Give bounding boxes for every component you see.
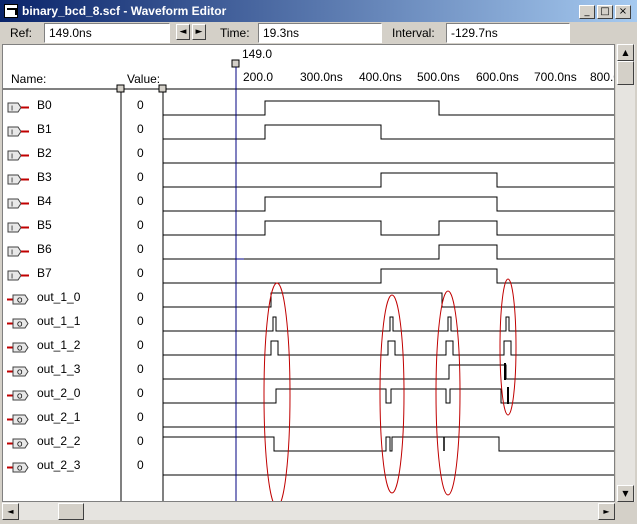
waveform-app-icon [4, 4, 18, 18]
signal-waveform [163, 340, 614, 356]
signal-waveform [163, 268, 614, 284]
minimize-button[interactable]: _ [579, 5, 595, 19]
next-transition-button[interactable]: ► [192, 24, 206, 40]
scroll-right-button[interactable]: ► [598, 503, 615, 520]
column-resize-handle [158, 84, 167, 93]
ref-field[interactable]: 149.0ns [44, 23, 170, 43]
close-button[interactable]: × [615, 5, 631, 19]
signal-waveform [163, 316, 614, 332]
maximize-button[interactable]: □ [597, 5, 613, 19]
interval-label: Interval: [392, 26, 435, 40]
toolbar: Ref: 149.0ns ◄ ► Time: 19.3ns Interval: … [0, 22, 637, 44]
signal-waveform [163, 292, 614, 308]
time-label: Time: [220, 26, 250, 40]
prev-transition-button[interactable]: ◄ [176, 24, 190, 40]
signal-waveform [163, 244, 614, 260]
scrollbar-corner [616, 502, 635, 520]
annotation-ellipse [379, 294, 405, 494]
signal-waveform [163, 100, 614, 116]
annotation-ellipse [263, 282, 291, 501]
signal-waveform [163, 364, 614, 380]
window-title: binary_bcd_8.scf - Waveform Editor [22, 4, 227, 18]
signal-waveform [163, 124, 614, 140]
title-bar[interactable]: binary_bcd_8.scf - Waveform Editor _ □ × [0, 0, 637, 22]
signal-waveform [163, 220, 614, 236]
scroll-down-button[interactable]: ▼ [617, 485, 634, 502]
signal-waveform [163, 172, 614, 188]
signal-waveform [163, 388, 614, 404]
interval-field[interactable]: -129.7ns [446, 23, 570, 43]
vertical-scroll-thumb[interactable] [617, 61, 634, 85]
ref-label: Ref: [10, 26, 33, 40]
signal-waveform [163, 196, 614, 212]
waveform-pane[interactable]: Name: Value: I B0 0 I B1 0 I B2 0 I B3 0 I B4 0 I B5 0 I B6… [2, 44, 615, 502]
column-resize-handle [116, 84, 125, 93]
cursor-handle [231, 59, 240, 68]
signal-waveform [163, 436, 614, 452]
horizontal-scroll-thumb[interactable] [58, 503, 84, 520]
vertical-scrollbar[interactable]: ▲ ▼ [616, 44, 635, 502]
scroll-up-button[interactable]: ▲ [617, 44, 634, 61]
time-field[interactable]: 19.3ns [258, 23, 382, 43]
waveform-display[interactable] [3, 45, 615, 502]
horizontal-scrollbar[interactable]: ◄ ► [2, 502, 615, 520]
scroll-left-button[interactable]: ◄ [2, 503, 19, 520]
